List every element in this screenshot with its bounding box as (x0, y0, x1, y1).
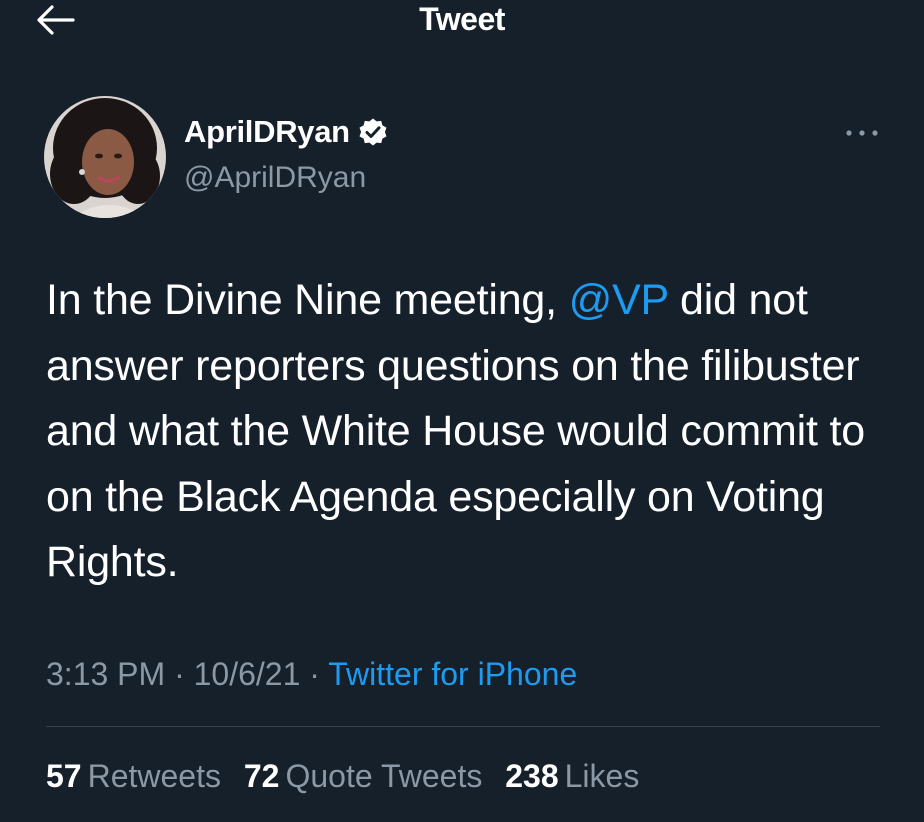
page-title: Tweet (419, 1, 505, 37)
retweets-label: Retweets (87, 758, 221, 794)
tweet-date[interactable]: 10/6/21 (194, 656, 301, 692)
avatar-image (44, 96, 166, 218)
separator-dot: · (300, 656, 329, 692)
likes-count: 238 (505, 758, 559, 794)
tweet-stats: 57 Retweets 72 Quote Tweets 238 Likes (46, 754, 653, 798)
retweets-count: 57 (46, 758, 82, 794)
user-handle[interactable]: @AprilDRyan (184, 160, 366, 196)
display-name[interactable]: AprilDRyan (184, 114, 350, 150)
mention-link[interactable]: @VP (569, 276, 669, 324)
quote-tweets-count: 72 (243, 758, 280, 794)
quote-tweets-stat[interactable]: 72 Quote Tweets (244, 758, 482, 794)
retweets-stat[interactable]: 57 Retweets (46, 758, 221, 794)
avatar[interactable] (44, 96, 166, 218)
tweet-source-link[interactable]: Twitter for iPhone (328, 656, 577, 692)
tweet-time[interactable]: 3:13 PM (46, 656, 165, 692)
separator-dot: · (165, 656, 194, 692)
more-options-button[interactable] (840, 118, 884, 148)
likes-stat[interactable]: 238 Likes (505, 758, 639, 794)
divider (46, 726, 880, 727)
tweet-metadata: 3:13 PM · 10/6/21 · Twitter for iPhone (46, 652, 577, 696)
more-dots-icon (846, 130, 878, 136)
top-bar: Tweet (0, 0, 924, 44)
quote-tweets-label: Quote Tweets (285, 758, 483, 794)
tweet-text: In the Divine Nine meeting, @VP did not … (46, 268, 886, 596)
display-name-row: AprilDRyan (184, 114, 388, 150)
tweet-text-part: In the Divine Nine meeting, (46, 276, 569, 324)
tweet-author: AprilDRyan @AprilDRyan (44, 96, 880, 220)
verified-badge-icon (359, 118, 387, 146)
likes-label: Likes (564, 758, 640, 794)
